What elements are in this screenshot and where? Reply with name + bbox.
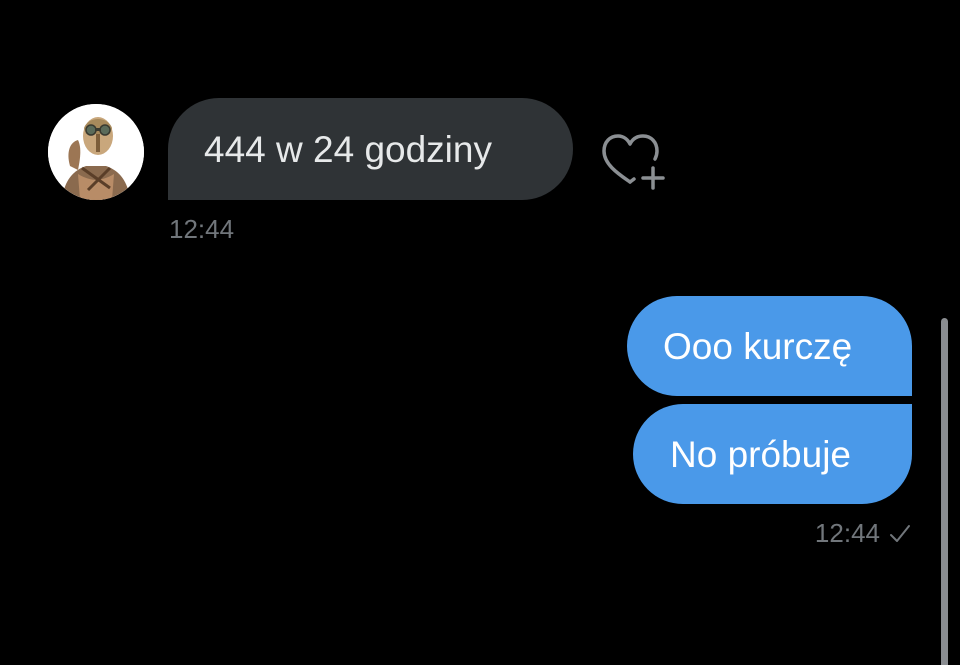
outgoing-timestamp: 12:44: [815, 518, 912, 549]
outgoing-message-bubble[interactable]: Ooo kurczę: [627, 296, 912, 396]
incoming-message-bubble[interactable]: 444 w 24 godziny: [168, 98, 573, 200]
checkmark-icon: [890, 524, 910, 542]
dm-conversation: 444 w 24 godziny 12:44 Ooo kurczę No pró…: [0, 0, 960, 665]
timestamp-text: 12:44: [814, 518, 880, 548]
message-text: No próbuje: [670, 433, 852, 475]
add-reaction-button[interactable]: [598, 132, 668, 194]
scrollbar[interactable]: [941, 318, 948, 665]
message-text: Ooo kurczę: [663, 325, 853, 367]
outgoing-message-bubble[interactable]: No próbuje: [633, 404, 912, 504]
incoming-timestamp: 12:44: [169, 214, 235, 244]
avatar[interactable]: [48, 104, 144, 200]
heart-plus-icon: [602, 134, 665, 190]
avatar-image: [48, 104, 144, 200]
message-text: 444 w 24 godziny: [204, 128, 492, 170]
